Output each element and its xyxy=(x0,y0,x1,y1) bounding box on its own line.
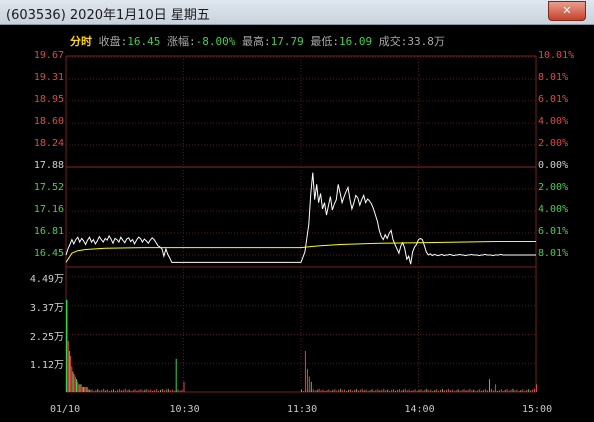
volume-tick-label: 2.25万 xyxy=(29,331,64,343)
volume-tick-label: 4.49万 xyxy=(29,274,64,285)
window-titlebar: (603536) 2020年1月10日 星期五 ✕ xyxy=(0,0,594,25)
low-label: 最低: xyxy=(310,35,339,48)
pct-tick-label: 6.01% xyxy=(538,94,569,105)
low-value: 16.09 xyxy=(339,35,373,48)
chart-area xyxy=(0,25,594,422)
pct-tick-label: 4.00% xyxy=(538,204,569,215)
price-tick-label: 19.31 xyxy=(33,72,64,83)
pct-tick-label: 2.00% xyxy=(538,138,569,149)
time-tick-label: 15:00 xyxy=(522,404,553,415)
high-label: 最高: xyxy=(242,35,271,48)
price-tick-label: 19.67 xyxy=(33,50,64,61)
close-button[interactable]: ✕ xyxy=(548,1,586,21)
pct-tick-label: 8.01% xyxy=(538,248,569,259)
pct-tick-label: 0.00% xyxy=(538,160,569,171)
close-value: 16.45 xyxy=(127,35,161,48)
price-tick-label: 18.60 xyxy=(33,116,64,127)
volume-tick-label: 3.37万 xyxy=(29,302,64,314)
price-tick-label: 18.95 xyxy=(33,94,64,105)
price-tick-label: 16.81 xyxy=(33,226,64,237)
change-label: 涨幅: xyxy=(167,35,196,48)
volume-tick-label: 1.12万 xyxy=(29,360,64,372)
price-tick-label: 17.16 xyxy=(33,204,64,215)
high-value: 17.79 xyxy=(270,35,304,48)
pct-tick-label: 4.00% xyxy=(538,116,569,127)
volume-label: 成交: xyxy=(378,35,408,48)
pct-tick-label: 8.01% xyxy=(538,72,569,83)
price-tick-label: 18.24 xyxy=(33,138,64,149)
price-tick-label: 17.52 xyxy=(33,182,64,193)
close-label: 收盘: xyxy=(98,35,128,48)
pct-tick-label: 6.01% xyxy=(538,226,569,237)
volume-value: 33.8万 xyxy=(407,35,445,48)
price-tick-label: 16.45 xyxy=(33,248,64,259)
price-tick-label: 17.88 xyxy=(33,160,64,171)
change-value: -8.00% xyxy=(195,35,236,48)
quote-summary: 分时 收盘:16.45 涨幅:-8.00% 最高:17.79 最低:16.09 … xyxy=(70,33,445,49)
window-title: (603536) 2020年1月10日 星期五 xyxy=(6,8,210,23)
time-tick-label: 11:30 xyxy=(287,404,318,415)
mode-label[interactable]: 分时 xyxy=(70,35,92,48)
pct-tick-label: 10.01% xyxy=(538,50,575,61)
pct-tick-label: 2.00% xyxy=(538,182,569,193)
time-tick-label: 10:30 xyxy=(169,404,200,415)
time-tick-label: 01/10 xyxy=(50,404,81,415)
time-tick-label: 14:00 xyxy=(404,404,435,415)
